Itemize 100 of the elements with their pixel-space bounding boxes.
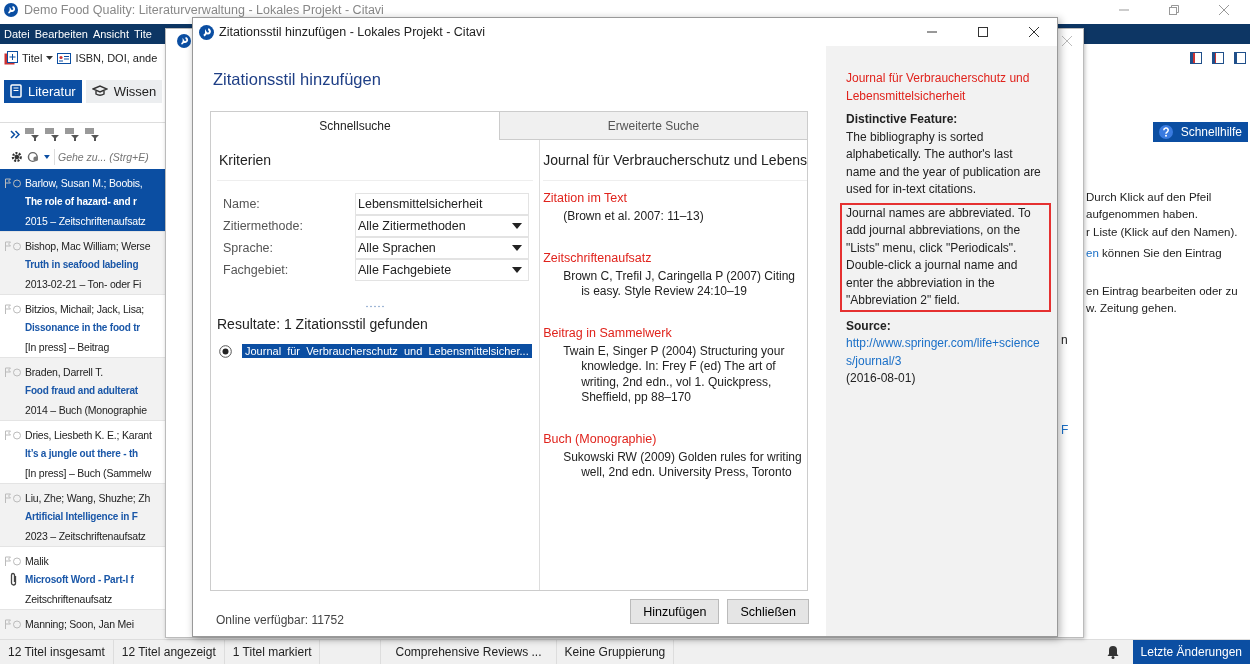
reference-item[interactable]: Liu, Zhe; Wang, Shuzhe; Zh Artificial Intelligence in F 2023 – Zeitschriftenaufsatz [0, 484, 165, 547]
status-item: 12 Titel insgesamt [0, 640, 114, 664]
citation-example: Brown C, Trefil J, Caringella P (2007) Citing is easy. Style Review 24:10–19 [562, 268, 797, 300]
reference-item[interactable]: Bishop, Mac William; Werse Truth in seafood labeling 2013-02-21 – Ton- oder Fi [0, 232, 165, 295]
style-title: Journal für Verbraucherschutz und Lebensmittelsicherheit [846, 70, 1031, 105]
reference-title: Truth in seafood labeling [25, 259, 139, 270]
source-text: http://www.springer.com/life+sciences/journal/3 (2016-08-01) [846, 335, 1045, 388]
info-label: Distinctive Feature: [846, 111, 959, 128]
reference-item[interactable]: Braden, Darrell T. Food fraud and adulterat 2014 – Buch (Monographie [0, 358, 165, 421]
dropdown-field[interactable]: Alle Sprachen [355, 237, 529, 259]
recent-changes-button[interactable]: Letzte Änderungen [1132, 640, 1250, 664]
reference-meta: [In press] – Buch (Sammelw [25, 466, 152, 479]
status-item: Keine Gruppierung [556, 640, 675, 664]
info-note: Journal names are abbreviated. To add journal abbreviations, on the "Lists" menu, click "Periodicals". Double-click a journal name and enter the abbreviation in the "Abbreviation 2" field. [840, 202, 1051, 312]
splitter-grip-icon[interactable] [365, 305, 386, 308]
reference-meta: 2014 – Buch (Monographie [25, 403, 147, 416]
menu-item[interactable]: Datei [4, 28, 30, 40]
filter-icon[interactable] [84, 127, 100, 141]
isbn-button[interactable]: ISBN, DOI, ande [75, 52, 158, 64]
reference-meta: 2023 – Zeitschriftenaufsatz [25, 529, 146, 542]
info-paragraph: The bibliography is sorted alphabetically. The author's last name and the year of publication are used for in-text citations. [846, 128, 1042, 198]
text-fragment[interactable]: F [1061, 423, 1083, 437]
layout-icon[interactable] [1190, 52, 1202, 64]
help-text: r Liste (Klick auf den Namen). [1086, 225, 1239, 240]
filter-icon[interactable] [44, 127, 60, 141]
reference-author: Barlow, Susan M.; Boobis, [25, 176, 143, 189]
dialog-title: Zitationsstil hinzufügen - Lokales Projekt - Citavi [219, 25, 486, 39]
help-text: aufgenommen haben. [1086, 207, 1199, 222]
online-count: Online verfügbar: 11752 [215, 612, 344, 627]
preview-heading: Zeitschriftenaufsatz [543, 250, 653, 265]
book-icon [10, 84, 22, 98]
status-item: 12 Titel angezeigt [113, 640, 225, 664]
quick-help-button[interactable]: Schnellhilfe [1152, 122, 1248, 142]
reference-meta: Zeitschriftenaufsatz [25, 592, 113, 605]
maximize-icon[interactable] [977, 26, 989, 38]
menu-item[interactable]: Ansicht [92, 28, 129, 40]
reference-author: Malik [25, 554, 49, 567]
reference-item[interactable]: Manning; Soon, Jan Mei [0, 610, 165, 639]
close-icon[interactable] [1028, 26, 1040, 38]
caret-icon[interactable] [46, 56, 54, 60]
info-label: Source: [846, 317, 892, 335]
source-link[interactable]: http://www.springer.com/life+sciences/journal/3 [846, 335, 1045, 370]
caret-icon[interactable] [44, 155, 50, 159]
preview-heading: Buch (Monographie) [543, 431, 658, 446]
flag-circle-icon [4, 555, 22, 566]
reference-author: Braden, Darrell T. [25, 365, 103, 378]
new-title-button[interactable]: Titel [22, 52, 43, 64]
citation-example: Twain E, Singer P (2004) Structuring your knowledge. In: Frey F (ed) The art of writing, 2nd edn., vol 1. Quickpress, Sheffield, pp 88–170 [562, 343, 786, 406]
nav-tab[interactable]: Literatur [4, 79, 82, 103]
dropdown-field[interactable]: Alle Zitiermethoden [355, 215, 529, 237]
status-item: 1 Titel markiert [224, 640, 321, 664]
filter-icon[interactable] [24, 127, 40, 141]
menu-item[interactable]: Tite [134, 28, 152, 40]
search-tab[interactable]: Erweiterte Suche [499, 112, 807, 140]
citation-example: (Brown et al. 2007: 11–13) [562, 209, 705, 225]
dropdown-caret-icon [512, 223, 522, 229]
reference-title: Microsoft Word - Part-I f [25, 574, 134, 585]
field-label: Sprache: [223, 241, 275, 255]
app-logo-icon [199, 24, 214, 40]
dialog-button[interactable]: Hinzufügen [630, 599, 720, 624]
dialog-button[interactable]: Schließen [727, 599, 809, 624]
flag-circle-icon [4, 177, 22, 188]
help-link[interactable]: en [1086, 247, 1099, 259]
flag-circle-icon [4, 492, 22, 503]
status-item: Comprehensive Reviews ... [380, 640, 557, 664]
reference-meta: 2015 – Zeitschriftenaufsatz [25, 214, 146, 227]
flag-circle-icon [4, 303, 22, 314]
reference-author: Manning; Soon, Jan Mei [25, 617, 134, 630]
filter-icon[interactable] [64, 127, 80, 141]
field-label: Name: [223, 197, 261, 211]
layout-icon[interactable] [1212, 52, 1224, 64]
menu-item[interactable]: Bearbeiten [34, 28, 88, 40]
reference-title: The role of hazard- and r [25, 196, 137, 207]
restore-icon[interactable] [1168, 4, 1180, 16]
sync-icon[interactable] [26, 151, 41, 163]
reference-meta: [In press] – Beitrag [25, 340, 110, 353]
radio-button[interactable] [219, 344, 232, 358]
nav-tab[interactable]: Wissen [85, 79, 163, 103]
layout-icon[interactable] [1234, 52, 1246, 64]
bell-icon[interactable] [1106, 645, 1119, 659]
add-title-icon[interactable] [4, 51, 18, 65]
app-logo-icon [4, 3, 18, 17]
name-input-field[interactable]: Lebensmittelsicherheit [355, 193, 529, 215]
dropdown-field[interactable]: Alle Fachgebiete [355, 259, 529, 281]
reference-item[interactable]: Barlow, Susan M.; Boobis, The role of hazard- and r 2015 – Zeitschriftenaufsatz [0, 169, 165, 232]
help-text: en können Sie den Eintrag [1086, 246, 1223, 261]
settings-icon[interactable] [11, 151, 23, 163]
text-fragment: n [1061, 333, 1069, 347]
citation-example: Sukowski RW (2009) Golden rules for writing well, 2nd edn. University Press, Toronto [562, 449, 803, 481]
double-chevron-icon[interactable] [10, 129, 20, 139]
preview-heading: Beitrag in Sammelwerk [543, 325, 673, 340]
reference-title: Dissonance in the food tr [25, 322, 140, 333]
reference-meta: 2013-02-21 – Ton- oder Fi [25, 277, 142, 290]
result-item[interactable]: Journal für Verbraucherschutz und Lebensmittelsicher... [242, 344, 532, 358]
flag-circle-icon [4, 618, 22, 629]
id-card-icon[interactable] [57, 52, 72, 64]
flag-circle-icon [4, 429, 22, 440]
section-heading: Kriterien [217, 140, 534, 181]
help-text: Durch Klick auf den Pfeil [1086, 190, 1213, 205]
help-text: w. Zeitung gehen. [1086, 301, 1178, 316]
